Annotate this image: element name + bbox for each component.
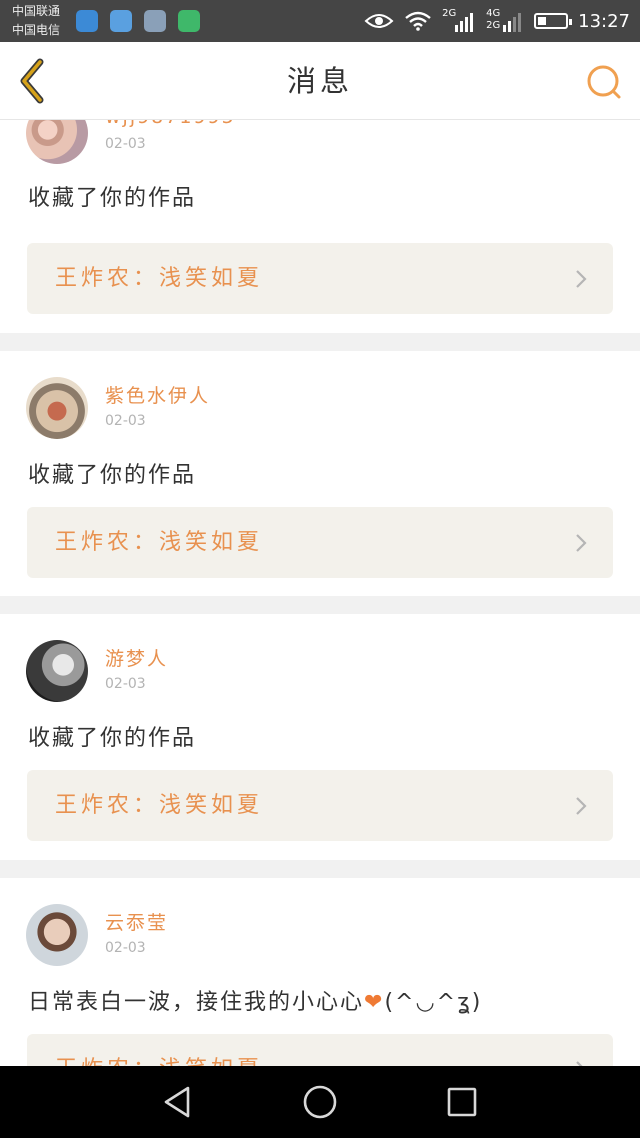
message-content: 日常表白一波，接住我的小心心❤(^◡^ʓ) [28, 984, 482, 1016]
signal-2-label-b: 2G [486, 20, 501, 31]
username[interactable]: 紫色水伊人 [105, 381, 210, 408]
video-notification-icon [178, 10, 200, 32]
quoted-work[interactable]: 王炸农：浅笑如夏 [27, 770, 613, 841]
message-date: 02-03 [105, 676, 146, 692]
message-content: 收藏了你的作品 [28, 186, 197, 211]
quoted-work-title: 王炸农：浅笑如夏 [55, 530, 264, 555]
username[interactable]: wjj9871995 [105, 120, 236, 128]
system-nav-bar [0, 1066, 640, 1138]
quoted-work[interactable]: 王炸农：浅笑如夏 [27, 243, 613, 314]
quoted-work[interactable]: 王炸农：浅笑如夏 [27, 1034, 613, 1066]
eye-comfort-icon [364, 14, 394, 28]
chevron-right-icon [576, 797, 587, 815]
chevron-right-icon [576, 534, 587, 552]
search-icon[interactable] [584, 62, 624, 102]
status-right: 2G 4G 2G 13:27 [364, 0, 630, 42]
header: 消息 [0, 42, 640, 120]
signal-1: 2G [442, 9, 476, 33]
status-bar: 中国联通 中国电信 2G 4G 2G 13:27 [0, 0, 640, 42]
username[interactable]: 云忝莹 [105, 908, 168, 935]
carrier-1: 中国联通 [12, 4, 61, 18]
kaomoji: (^◡^ʓ) [384, 990, 483, 1015]
signal-2: 4G 2G [486, 7, 524, 35]
username[interactable]: 游梦人 [105, 644, 168, 671]
message-card: 游梦人 02-03 收藏了你的作品 王炸农：浅笑如夏 [0, 614, 640, 860]
signal-1-icon [455, 13, 474, 32]
nav-recents-icon[interactable] [444, 1084, 480, 1120]
carrier-2: 中国电信 [12, 23, 61, 37]
nav-back-icon[interactable] [160, 1084, 196, 1120]
quoted-work-title: 王炸农：浅笑如夏 [55, 266, 264, 291]
health-notification-icon [110, 10, 132, 32]
message-text: 日常表白一波，接住我的小心心 [28, 990, 365, 1015]
message-date: 02-03 [105, 940, 146, 956]
nav-home-icon[interactable] [302, 1084, 338, 1120]
quoted-work[interactable]: 王炸农：浅笑如夏 [27, 507, 613, 578]
signal-2-icon [503, 13, 522, 32]
signal-2-label-a: 4G [486, 8, 501, 19]
message-date: 02-03 [105, 136, 146, 152]
message-list[interactable]: wjj9871995 02-03 收藏了你的作品 王炸农：浅笑如夏 紫色水伊人 … [0, 120, 640, 1066]
carrier-labels: 中国联通 中国电信 [12, 2, 60, 40]
browser-notification-icon [76, 10, 98, 32]
message-date: 02-03 [105, 413, 146, 429]
avatar-car-icon[interactable] [26, 377, 88, 439]
quoted-work-title: 王炸农：浅笑如夏 [55, 1034, 263, 1066]
clock: 13:27 [578, 10, 630, 32]
chevron-right-icon [576, 270, 587, 288]
battery-icon [534, 13, 573, 29]
gallery-notification-icon [144, 10, 166, 32]
avatar-man-icon[interactable] [26, 904, 88, 966]
message-card: 紫色水伊人 02-03 收藏了你的作品 王炸农：浅笑如夏 [0, 351, 640, 596]
page-title: 消息 [286, 64, 353, 98]
heart-emoji: ❤ [364, 990, 385, 1015]
wifi-icon [405, 11, 431, 31]
notification-icons [76, 10, 200, 32]
avatar-girls-icon[interactable] [26, 120, 88, 164]
quoted-work-title: 王炸农：浅笑如夏 [55, 793, 264, 818]
message-content: 收藏了你的作品 [28, 726, 197, 751]
message-content: 收藏了你的作品 [28, 463, 197, 488]
message-card: 云忝莹 02-03 日常表白一波，接住我的小心心❤(^◡^ʓ) 王炸农：浅笑如夏 [0, 878, 640, 1066]
avatar-portrait-icon[interactable] [26, 640, 88, 702]
message-card: wjj9871995 02-03 收藏了你的作品 王炸农：浅笑如夏 [0, 120, 640, 333]
